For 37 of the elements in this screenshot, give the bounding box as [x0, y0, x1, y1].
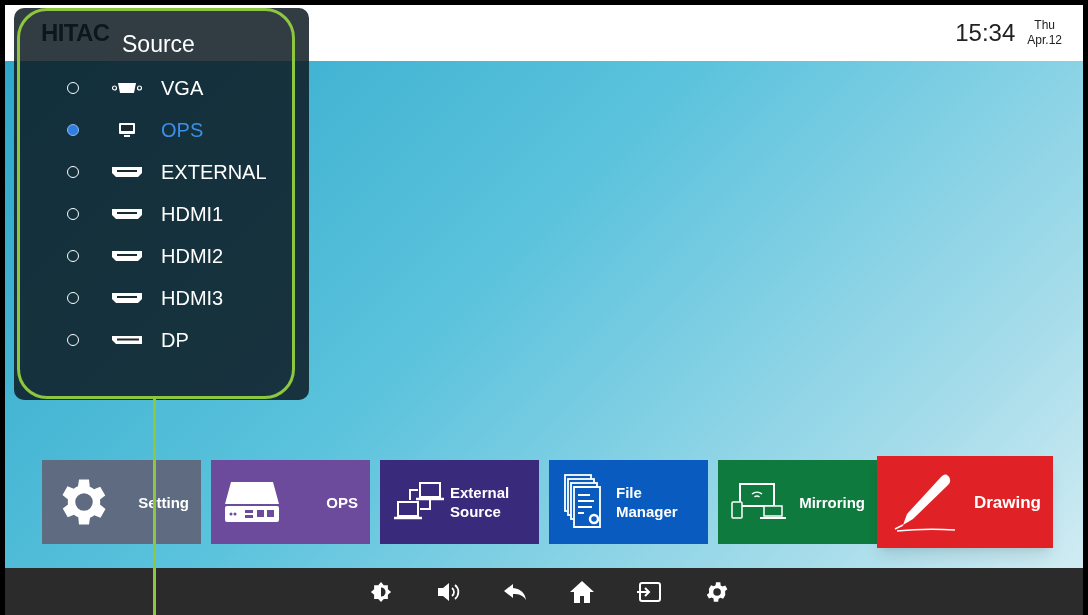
- hdmi-port-icon: [111, 208, 143, 220]
- source-option[interactable]: EXTERNAL: [14, 151, 309, 193]
- menu-title: Source: [122, 30, 196, 59]
- source-label: OPS: [161, 118, 204, 143]
- source-label: HDMI1: [161, 202, 224, 227]
- source-option[interactable]: HDMI3: [14, 277, 309, 319]
- speaker-icon[interactable]: [435, 580, 460, 603]
- input-source-icon[interactable]: [635, 580, 662, 603]
- radio-button[interactable]: [67, 124, 79, 136]
- app-tile[interactable]: Mirroring: [718, 460, 877, 544]
- source-option[interactable]: HDMI1: [14, 193, 309, 235]
- monitor-icon: [118, 122, 136, 138]
- weekday: Thu: [1034, 18, 1055, 33]
- displayport-icon: [111, 335, 143, 345]
- app-tile[interactable]: Drawing: [877, 456, 1053, 548]
- source-label: EXTERNAL: [161, 160, 267, 185]
- clock-time: 15:34: [955, 18, 1016, 48]
- source-label: HDMI3: [161, 286, 224, 311]
- app-tile[interactable]: OPS: [211, 460, 370, 544]
- source-label: VGA: [161, 76, 204, 101]
- hdmi-port-icon: [111, 166, 143, 178]
- source-label: DP: [161, 328, 189, 353]
- brightness-icon[interactable]: [369, 580, 392, 603]
- date: Apr.12: [1027, 33, 1062, 48]
- source-option[interactable]: VGA: [14, 67, 309, 109]
- source-option[interactable]: OPS: [14, 109, 309, 151]
- app-tile[interactable]: File Manager: [549, 460, 708, 544]
- source-option[interactable]: HDMI2: [14, 235, 309, 277]
- home-icon[interactable]: [568, 579, 595, 604]
- hdmi-port-icon: [111, 250, 143, 262]
- mini-pc-icon: [223, 480, 281, 524]
- source-label: HDMI2: [161, 244, 224, 269]
- app-tile[interactable]: External Source: [380, 460, 539, 544]
- source-option[interactable]: DP: [14, 319, 309, 361]
- hdmi-port-icon: [111, 292, 143, 304]
- vga-port-icon: [112, 82, 142, 94]
- back-icon[interactable]: [502, 581, 527, 602]
